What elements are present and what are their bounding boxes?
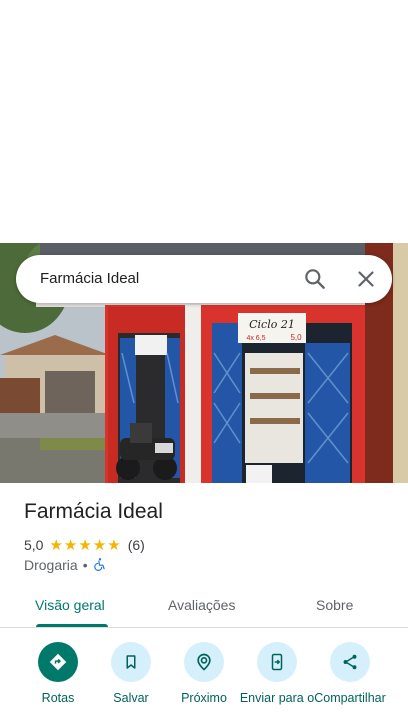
map-blank-area — [0, 0, 408, 243]
tab-overview[interactable]: Visão geral — [35, 597, 105, 613]
bookmark-icon — [111, 642, 151, 682]
close-icon[interactable] — [353, 266, 379, 292]
share-label: Compartilhar — [314, 691, 386, 705]
sign-text: Ciclo 21 — [249, 318, 295, 331]
star-rating: ★ ★ ★ ★ ★ — [49, 538, 121, 553]
nearby-icon — [184, 642, 224, 682]
tab-about[interactable]: Sobre — [316, 597, 353, 613]
directions-button[interactable]: Rotas — [18, 640, 98, 706]
share-button[interactable]: Compartilhar — [310, 640, 390, 706]
search-icon[interactable] — [302, 266, 328, 292]
directions-icon — [38, 642, 78, 682]
tab-active-indicator — [36, 624, 108, 627]
wheelchair-icon — [93, 557, 107, 574]
send-to-phone-label: Enviar para o — [239, 691, 315, 705]
category-row: Drogaria • — [24, 556, 107, 574]
action-buttons: Rotas Salvar Próximo Enviar para o Compa… — [0, 640, 408, 726]
review-count[interactable]: (6) — [128, 537, 145, 553]
star-icon: ★ — [63, 536, 78, 554]
share-icon — [330, 642, 370, 682]
nearby-label: Próximo — [181, 691, 227, 705]
tab-bar: Visão geral Avaliações Sobre — [0, 588, 408, 628]
rating-value: 5,0 — [24, 537, 44, 553]
send-to-phone-button[interactable]: Enviar para o — [237, 640, 317, 706]
sign-price-left: 4x 6,5 — [246, 335, 265, 342]
star-icon: ★ — [107, 536, 121, 554]
star-icon: ★ — [49, 536, 63, 554]
star-icon: ★ — [92, 536, 107, 554]
directions-label: Rotas — [41, 691, 75, 705]
search-input[interactable]: Farmácia Ideal — [40, 270, 139, 287]
search-bar[interactable]: Farmácia Ideal — [16, 255, 392, 303]
tab-reviews[interactable]: Avaliações — [168, 597, 235, 613]
sign-price-right: 5,0 — [290, 333, 302, 342]
save-label: Salvar — [113, 691, 149, 705]
rating-row[interactable]: 5,0 ★ ★ ★ ★ ★ (6) — [24, 536, 145, 554]
star-icon: ★ — [78, 536, 92, 554]
save-button[interactable]: Salvar — [91, 640, 171, 706]
send-to-phone-icon — [257, 642, 297, 682]
place-category: Drogaria — [24, 557, 78, 573]
place-title: Farmácia Ideal — [24, 500, 163, 523]
separator: • — [82, 557, 88, 573]
nearby-button[interactable]: Próximo — [164, 640, 244, 706]
